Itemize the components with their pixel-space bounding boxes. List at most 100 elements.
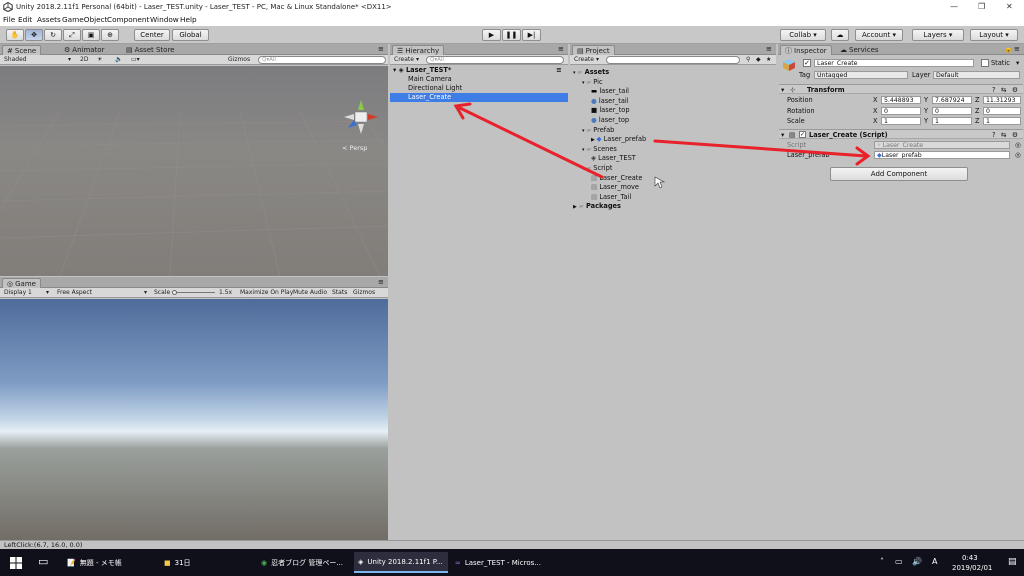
close-icon[interactable]: ✕ — [1006, 2, 1013, 11]
aspect-arrow-icon[interactable]: ▾ — [144, 289, 147, 297]
layout-dropdown[interactable]: Layout ▾ — [970, 29, 1018, 41]
effects-toggle-icon[interactable]: ▭▾ — [131, 56, 140, 64]
project-item-laser-top[interactable]: ● laser_top — [570, 116, 776, 125]
taskbar-visual-studio[interactable]: ∞ Laser_TEST - Micros... — [451, 552, 545, 573]
menu-edit[interactable]: Edit — [18, 15, 32, 24]
tab-project[interactable]: ▤ Project — [572, 45, 615, 55]
layers-dropdown[interactable]: Layers ▾ — [912, 29, 964, 41]
game-gizmos-dropdown[interactable]: Gizmos — [353, 289, 375, 297]
hierarchy-create-dropdown[interactable]: Create — [394, 56, 414, 64]
aspect-dropdown[interactable]: Free Aspect — [57, 289, 92, 297]
scale-slider[interactable] — [173, 292, 215, 293]
filter-type-icon[interactable]: ⚲ — [746, 56, 750, 64]
rotation-x-field[interactable]: 0 — [881, 107, 921, 115]
shading-dropdown[interactable]: Shaded — [4, 56, 27, 64]
taskbar-folder[interactable]: ■ 31日 — [160, 552, 254, 573]
persp-label[interactable]: < Persp — [342, 144, 367, 152]
tray-network-icon[interactable]: ▭ — [895, 557, 903, 566]
maximize-on-play-toggle[interactable]: Maximize On Play — [240, 289, 293, 297]
menu-help[interactable]: Help — [180, 15, 197, 24]
tray-volume-icon[interactable]: 🔊 — [912, 557, 922, 566]
project-item-scenes[interactable]: ▾ ▰ Scenes — [570, 145, 776, 154]
scale-slider-handle[interactable] — [172, 290, 177, 295]
windows-start-icon[interactable] — [10, 557, 22, 569]
hierarchy-item-main-camera[interactable]: Main Camera — [390, 75, 568, 84]
project-item-laser-test[interactable]: ◈ Laser_TEST — [570, 154, 776, 163]
scene-expand-icon[interactable]: ▾ — [393, 66, 396, 74]
lighting-toggle-icon[interactable]: ☀ — [97, 56, 102, 64]
audio-toggle-icon[interactable]: 🔈 — [115, 56, 122, 64]
display-arrow-icon[interactable]: ▾ — [46, 289, 49, 297]
project-item-laser-tail[interactable]: ▤ Laser_Tail — [570, 193, 776, 202]
project-item-script[interactable]: ▾ ▰ Script — [570, 164, 776, 173]
project-create-dropdown[interactable]: Create — [574, 56, 594, 64]
minimize-icon[interactable]: — — [950, 2, 958, 11]
project-item-laser-move[interactable]: ▤ Laser_move — [570, 183, 776, 192]
scene-viewport[interactable]: < Persp — [0, 66, 388, 276]
account-dropdown[interactable]: Account ▾ — [855, 29, 903, 41]
clock-date[interactable]: 2019/02/01 — [952, 564, 992, 572]
tab-game[interactable]: ◎ Game — [2, 278, 41, 288]
project-item-laser-top[interactable]: ■ laser_top — [570, 106, 776, 115]
clock-time[interactable]: 0:43 — [962, 554, 978, 562]
scene-options-icon[interactable]: ≡ — [556, 66, 562, 75]
project-item-packages[interactable]: ▶ ▰ Packages — [570, 202, 776, 211]
stats-toggle[interactable]: Stats — [332, 289, 347, 297]
rotation-z-field[interactable]: 0 — [983, 107, 1021, 115]
script-component-header[interactable]: ▾ ▤ ✓ Laser_Create (Script) ? ⇆ ⚙ — [779, 129, 1023, 139]
object-name-field[interactable]: Laser_Create — [814, 59, 974, 67]
collab-button[interactable]: Collab ▾ — [780, 29, 826, 41]
tab-animator[interactable]: ⚙ Animator — [60, 45, 108, 55]
scale-z-field[interactable]: 1 — [983, 117, 1021, 125]
prefab-field-picker-icon[interactable]: ◎ — [1015, 151, 1021, 159]
taskbar-notepad[interactable]: 📝 無題 - メモ帳 — [63, 552, 157, 573]
hierarchy-scene-row[interactable]: ▾ ◈ Laser_TEST* ≡ — [390, 66, 568, 75]
add-component-button[interactable]: Add Component — [830, 167, 968, 181]
notification-icon[interactable]: ▤ — [1008, 557, 1017, 567]
transform-expand-icon[interactable]: ▾ — [781, 86, 784, 94]
project-item-laser-create[interactable]: ▤ Laser_Create — [570, 174, 776, 183]
lock-icon[interactable]: 🔒 — [1004, 45, 1013, 53]
scene-gizmos-dropdown[interactable]: Gizmos — [228, 56, 250, 64]
menu-component[interactable]: Component — [107, 15, 149, 24]
transform-help-icon[interactable]: ? — [992, 86, 996, 94]
2d-toggle[interactable]: 2D — [80, 56, 88, 64]
transform-header[interactable]: ▾ ⊹ Transform ? ⇆ ⚙ — [779, 84, 1023, 94]
tag-dropdown[interactable]: Untagged — [814, 71, 908, 79]
tray-arrow-icon[interactable]: ˄ — [880, 557, 884, 566]
filter-label-icon[interactable]: ◆ — [756, 56, 761, 64]
game-panel-menu-icon[interactable]: ≡ — [378, 278, 384, 286]
static-arrow-icon[interactable]: ▾ — [1016, 59, 1019, 67]
project-item-assets[interactable]: ▾ ▰ Assets — [570, 68, 776, 77]
project-search-input[interactable] — [606, 56, 740, 64]
tab-services[interactable]: ☁ Services — [836, 45, 883, 55]
rotate-tool-button[interactable]: ↻ — [44, 29, 62, 41]
script-expand-icon[interactable]: ▾ — [781, 131, 784, 139]
task-view-icon[interactable]: ▭ — [38, 555, 48, 568]
scene-search-input[interactable]: Q▾All — [258, 56, 386, 64]
hierarchy-item-directional-light[interactable]: Directional Light — [390, 84, 568, 93]
hierarchy-search-input[interactable]: Q▾All — [426, 56, 564, 64]
menu-file[interactable]: File — [3, 15, 15, 24]
tab-scene[interactable]: # Scene — [2, 45, 42, 55]
tray-ime-icon[interactable]: A — [932, 557, 937, 566]
project-create-arrow-icon[interactable]: ▾ — [596, 56, 599, 64]
position-z-field[interactable]: 11.31293 — [983, 96, 1021, 104]
favorite-icon[interactable]: ★ — [766, 56, 771, 64]
transform-gear-icon[interactable]: ⚙ — [1012, 86, 1018, 94]
hand-tool-button[interactable]: ✋ — [6, 29, 24, 41]
hierarchy-item-laser-create[interactable]: Laser_Create — [390, 93, 568, 102]
maximize-icon[interactable]: ❐ — [978, 2, 985, 11]
position-x-field[interactable]: 5.448893 — [881, 96, 921, 104]
hierarchy-menu-icon[interactable]: ≡ — [558, 45, 564, 53]
shading-dropdown-arrow-icon[interactable]: ▾ — [68, 56, 71, 64]
transform-tool-button[interactable]: ⊕ — [101, 29, 119, 41]
script-gear-icon[interactable]: ⚙ — [1012, 131, 1018, 139]
taskbar-chrome[interactable]: ◉ 忍者ブログ 管理ペー... — [257, 552, 351, 573]
mute-audio-toggle[interactable]: Mute Audio — [293, 289, 327, 297]
tab-inspector[interactable]: ⓘ Inspector — [780, 45, 832, 55]
taskbar-unity[interactable]: ◈ Unity 2018.2.11f1 P... — [354, 552, 448, 573]
hierarchy-create-arrow-icon[interactable]: ▾ — [416, 56, 419, 64]
step-button[interactable]: ▶| — [522, 29, 541, 41]
static-checkbox[interactable] — [981, 59, 989, 67]
